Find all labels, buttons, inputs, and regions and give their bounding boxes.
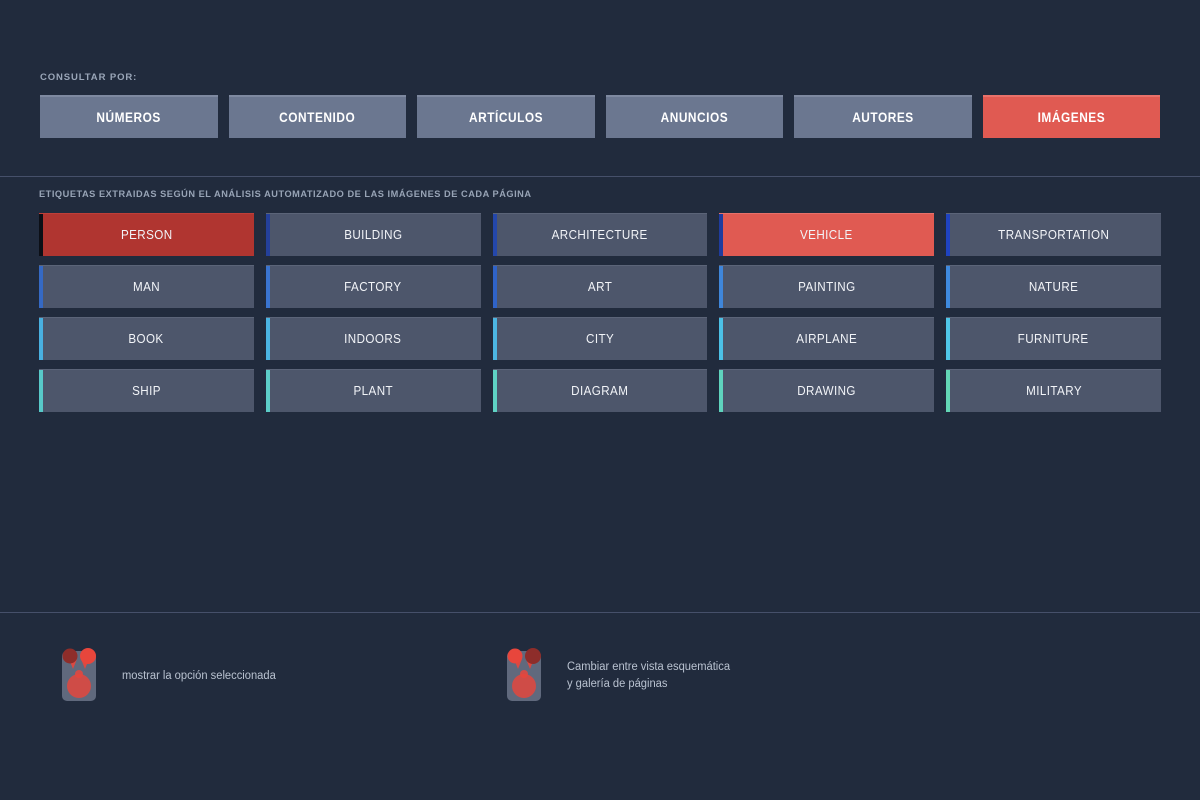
query-tab-label: CONTENIDO: [279, 110, 356, 125]
legend-label: mostrar la opción seleccionada: [122, 668, 276, 685]
query-tab-label: ARTÍCULOS: [468, 110, 543, 125]
legend-label-line: mostrar la opción seleccionada: [122, 669, 276, 682]
tag-chip-label: AIRPLANE: [796, 332, 858, 346]
tag-chip-diagram[interactable]: DIAGRAM: [492, 369, 708, 412]
tag-chip-airplane[interactable]: AIRPLANE: [719, 317, 935, 360]
query-tab-label: IMÁGENES: [1037, 110, 1106, 125]
query-tab-row: NÚMEROS CONTENIDO ARTÍCULOS ANUNCIOS AUTORES…: [40, 95, 1160, 138]
tag-chip-transportation[interactable]: TRANSPORTATION: [946, 213, 1161, 256]
tag-chip-label: FACTORY: [344, 280, 402, 294]
tag-chip-factory[interactable]: FACTORY: [265, 265, 481, 308]
tag-chip-military[interactable]: MILITARY: [946, 369, 1161, 412]
selection-indicator-icon: [62, 648, 96, 701]
query-tab-numeros[interactable]: NÚMEROS: [40, 95, 218, 138]
legend-label-line: y galería de páginas: [566, 678, 668, 690]
legend: mostrar la opción seleccionada Cambiar en…: [0, 645, 1200, 707]
query-section: CONSULTAR POR: NÚMEROS CONTENIDO ARTÍCULOS…: [0, 0, 1200, 138]
tag-chip-label: ART: [587, 280, 613, 294]
tag-chip-painting[interactable]: PAINTING: [719, 265, 935, 308]
tag-chip-label: TRANSPORTATION: [998, 228, 1110, 242]
tag-chip-label: MAN: [132, 280, 160, 294]
tag-chip-art[interactable]: ART: [492, 265, 708, 308]
tag-chip-label: MILITARY: [1025, 384, 1082, 398]
tag-chip-label: PAINTING: [798, 280, 856, 294]
tag-chip-label: BOOK: [128, 332, 165, 346]
tag-chip-label: NATURE: [1028, 280, 1079, 294]
tag-chip-person[interactable]: PERSON: [39, 213, 254, 256]
query-tab-label: NÚMEROS: [96, 110, 161, 125]
tag-chip-building[interactable]: BUILDING: [265, 213, 481, 256]
tag-chip-drawing[interactable]: DRAWING: [719, 369, 935, 412]
tag-chip-label: BUILDING: [344, 228, 403, 242]
query-tab-anuncios[interactable]: ANUNCIOS: [605, 95, 783, 138]
tag-chip-label: CITY: [585, 332, 615, 346]
tag-chip-plant[interactable]: PLANT: [265, 369, 481, 412]
legend-label: Cambiar entre vista esquemática y galería…: [567, 659, 730, 693]
query-tab-articulos[interactable]: ARTÍCULOS: [417, 95, 595, 138]
query-tab-label: AUTORES: [851, 110, 914, 125]
tag-chip-label: ARCHITECTURE: [551, 228, 649, 242]
query-tab-imagenes[interactable]: IMÁGENES: [982, 95, 1160, 138]
tag-chip-label: VEHICLE: [800, 228, 854, 242]
tags-section: ETIQUETAS EXTRAIDAS SEGÚN EL ANÁLISIS AU…: [0, 177, 1200, 412]
tag-chip-nature[interactable]: NATURE: [946, 265, 1161, 308]
tag-chip-vehicle[interactable]: VEHICLE: [719, 213, 935, 256]
tag-chip-furniture[interactable]: FURNITURE: [946, 317, 1161, 360]
tag-chip-label: DRAWING: [797, 384, 857, 398]
tag-chip-architecture[interactable]: ARCHITECTURE: [492, 213, 708, 256]
tag-chip-indoors[interactable]: INDOORS: [265, 317, 481, 360]
tag-chip-label: PERSON: [120, 228, 173, 242]
legend-label-line: Cambiar entre vista esquemática: [566, 661, 730, 673]
tag-chip-book[interactable]: BOOK: [39, 317, 254, 360]
tag-chip-label: INDOORS: [344, 332, 402, 346]
tag-chip-ship[interactable]: SHIP: [39, 369, 254, 412]
bottom-divider: [0, 612, 1200, 613]
query-tab-contenido[interactable]: CONTENIDO: [228, 95, 406, 138]
query-tab-autores[interactable]: AUTORES: [794, 95, 972, 138]
query-tab-label: ANUNCIOS: [660, 110, 729, 125]
tags-caption: ETIQUETAS EXTRAIDAS SEGÚN EL ANÁLISIS AU…: [39, 189, 532, 200]
view-toggle-icon: [506, 648, 541, 701]
tag-chip-label: FURNITURE: [1018, 332, 1090, 346]
legend-item: Cambiar entre vista esquemática y galería…: [503, 645, 735, 707]
tag-chip-city[interactable]: CITY: [492, 317, 708, 360]
tag-chip-label: SHIP: [131, 384, 161, 398]
tag-grid: PERSON BUILDING ARCHITECTURE VEHICLE TRANSPO…: [39, 213, 1161, 412]
tag-chip-label: DIAGRAM: [571, 384, 629, 398]
legend-item: mostrar la opción seleccionada: [58, 645, 281, 707]
tag-chip-man[interactable]: MAN: [39, 265, 254, 308]
tag-chip-label: PLANT: [353, 384, 393, 398]
query-label: CONSULTAR POR:: [40, 72, 138, 83]
